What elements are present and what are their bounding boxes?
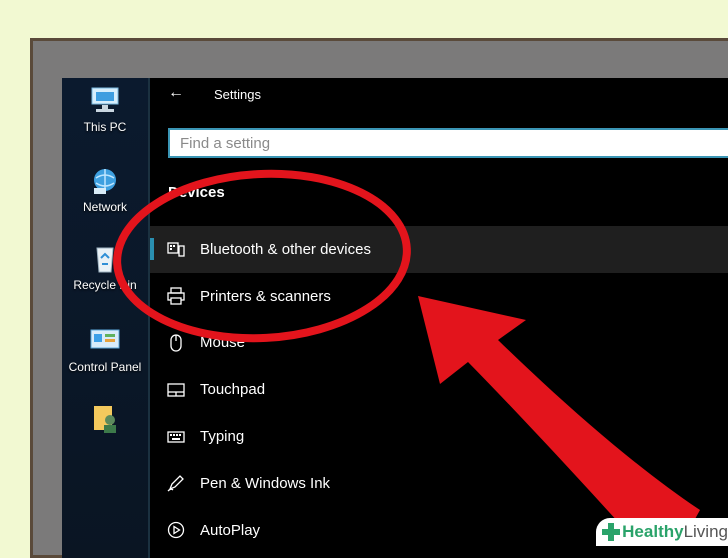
nav-item-label: Pen & Windows Ink bbox=[200, 474, 331, 492]
window-title: Settings bbox=[214, 87, 261, 102]
autoplay-icon bbox=[166, 520, 186, 540]
nav-item-bluetooth[interactable]: Bluetooth & other devices bbox=[150, 226, 728, 273]
recycle-bin-icon bbox=[88, 244, 122, 274]
nav-item-label: Typing bbox=[200, 428, 245, 446]
nav-item-touchpad[interactable]: Touchpad bbox=[150, 366, 728, 413]
user-folder-icon bbox=[88, 404, 122, 434]
desktop-icon-user-folder[interactable] bbox=[62, 404, 148, 438]
this-pc-icon bbox=[88, 86, 122, 116]
watermark: Healthy Living bbox=[596, 518, 728, 546]
nav-item-label: AutoPlay bbox=[200, 521, 261, 539]
desktop: This PC Network Recycle Bin Control Pane… bbox=[62, 78, 148, 558]
nav-item-label: Mouse bbox=[200, 334, 246, 352]
nav-item-label: Printers & scanners bbox=[200, 287, 331, 305]
printer-icon bbox=[166, 286, 186, 306]
nav-item-label: Bluetooth & other devices bbox=[200, 240, 371, 258]
nav-item-typing[interactable]: Typing bbox=[150, 413, 728, 460]
touchpad-icon bbox=[166, 380, 186, 400]
bluetooth-devices-icon bbox=[166, 239, 186, 259]
search-input[interactable] bbox=[170, 130, 728, 156]
network-icon bbox=[88, 166, 122, 196]
desktop-icon-recycle-bin[interactable]: Recycle Bin bbox=[62, 244, 148, 292]
search-box bbox=[168, 128, 728, 158]
mouse-icon bbox=[166, 333, 186, 353]
keyboard-icon bbox=[166, 427, 186, 447]
selection-indicator bbox=[150, 238, 154, 260]
control-panel-icon bbox=[88, 326, 122, 356]
section-heading: Devices bbox=[168, 184, 225, 201]
desktop-icon-this-pc[interactable]: This PC bbox=[62, 86, 148, 134]
nav-item-pen[interactable]: Pen & Windows Ink bbox=[150, 460, 728, 507]
nav-item-printers[interactable]: Printers & scanners bbox=[150, 273, 728, 320]
screen: This PC Network Recycle Bin Control Pane… bbox=[62, 78, 728, 558]
back-arrow-icon[interactable]: ← bbox=[168, 84, 184, 102]
plus-logo-icon bbox=[602, 523, 621, 541]
desktop-icon-network[interactable]: Network bbox=[62, 166, 148, 214]
title-bar: ← Settings bbox=[150, 78, 728, 110]
desktop-icon-control-panel[interactable]: Control Panel bbox=[62, 326, 148, 374]
settings-window: ← Settings Devices Bluetooth & other dev… bbox=[148, 78, 728, 558]
nav-item-label: Touchpad bbox=[200, 381, 266, 399]
nav-item-mouse[interactable]: Mouse bbox=[150, 320, 728, 367]
pen-icon bbox=[166, 473, 186, 493]
devices-nav: Bluetooth & other devices Printers & sca… bbox=[150, 226, 728, 554]
